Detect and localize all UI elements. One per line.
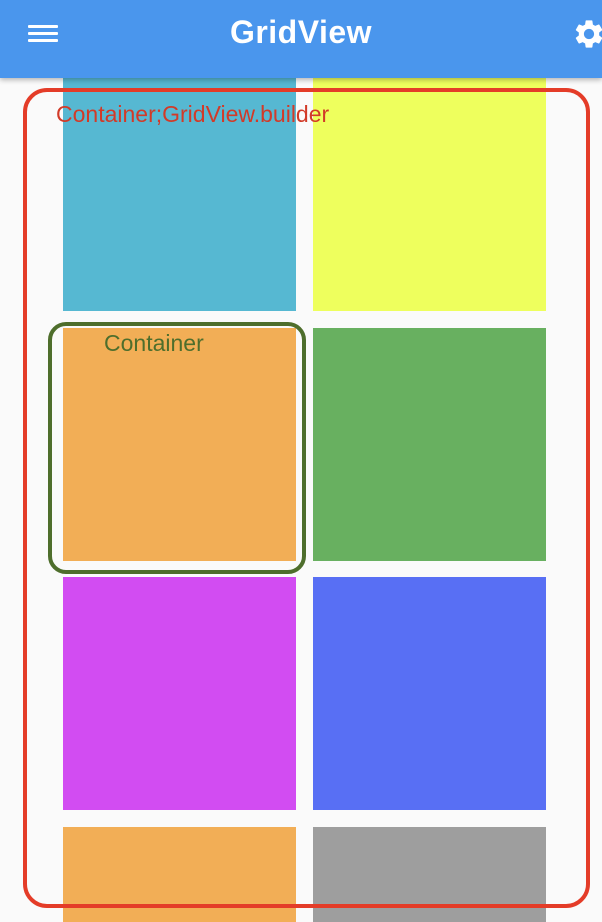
gridview-annotation-label: Container;GridView.builder [56,101,330,127]
grid-view[interactable] [0,0,602,922]
grid-tile-grey[interactable] [313,827,546,922]
grid-tile-yellow[interactable] [313,78,546,311]
gear-icon[interactable] [572,17,602,51]
grid-tile-orange-2[interactable] [63,827,296,922]
container-annotation-label: Container [104,330,204,356]
app-bar: GridView [0,0,602,78]
grid-tile-magenta[interactable] [63,577,296,810]
app-bar-title: GridView [229,14,373,50]
grid-tile-orange[interactable] [63,328,296,561]
app-screen: GridView Container;GridView.builder Cont… [0,0,602,922]
grid-tile-green[interactable] [313,328,546,561]
grid-tile-blue[interactable] [313,577,546,810]
